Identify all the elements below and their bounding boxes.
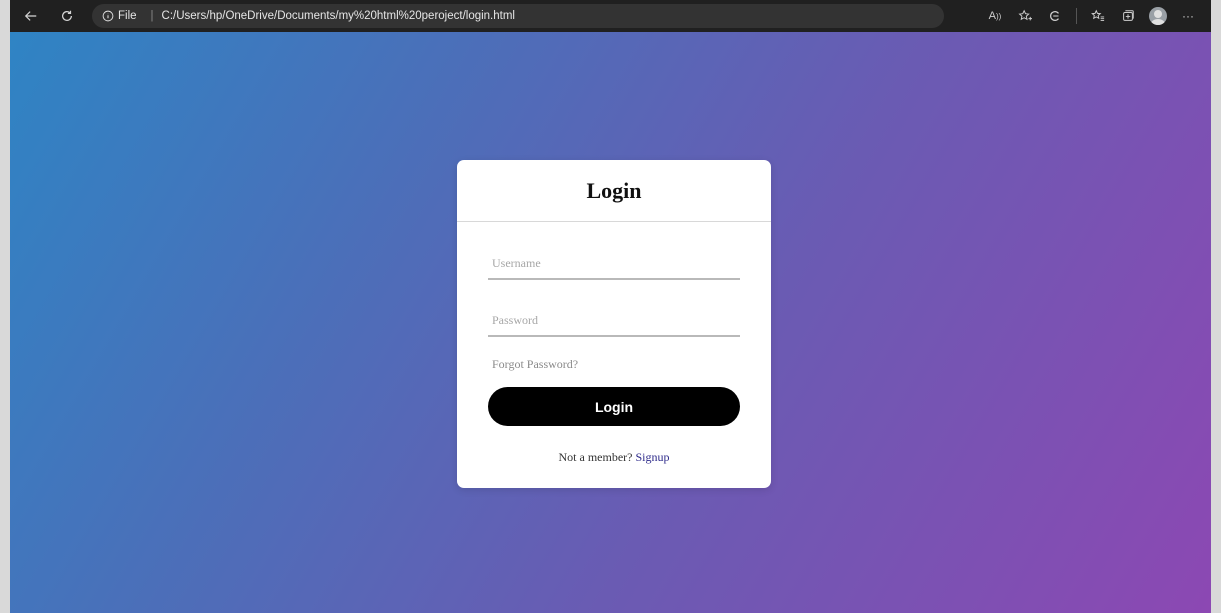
signup-row: Not a member? Signup: [457, 450, 771, 465]
collections-icon[interactable]: [1119, 7, 1137, 25]
username-input[interactable]: [488, 250, 740, 276]
address-url: C:/Users/hp/OneDrive/Documents/my%20html…: [161, 10, 515, 22]
page-viewport: Login Forgot Password? Login Not a membe…: [10, 32, 1211, 613]
profile-avatar[interactable]: [1149, 7, 1167, 25]
address-separator: |: [150, 10, 154, 22]
login-button[interactable]: Login: [488, 387, 740, 426]
address-bar[interactable]: File | C:/Users/hp/OneDrive/Documents/my…: [92, 4, 944, 28]
browser-toolbar: File | C:/Users/hp/OneDrive/Documents/my…: [10, 0, 1211, 32]
forgot-password-link[interactable]: Forgot Password?: [492, 357, 578, 372]
read-aloud-icon[interactable]: A)): [986, 7, 1004, 25]
toolbar-divider: [1076, 8, 1077, 24]
more-icon[interactable]: ···: [1179, 7, 1197, 25]
info-icon: [102, 10, 114, 22]
address-info-label: File: [118, 10, 137, 22]
signup-prompt: Not a member?: [558, 450, 636, 464]
refresh-icon[interactable]: [56, 5, 78, 27]
browser-window: File | C:/Users/hp/OneDrive/Documents/my…: [10, 0, 1211, 613]
signup-link[interactable]: Signup: [635, 450, 669, 464]
login-title: Login: [457, 160, 771, 222]
toolbar-right-icons: A)) ···: [986, 7, 1211, 25]
password-field-wrapper: [488, 307, 740, 337]
password-input[interactable]: [488, 307, 740, 333]
login-card: Login Forgot Password? Login Not a membe…: [457, 160, 771, 488]
back-icon[interactable]: [20, 5, 42, 27]
site-info[interactable]: File: [102, 10, 137, 22]
extensions-icon[interactable]: [1046, 7, 1064, 25]
username-field-wrapper: [488, 250, 740, 280]
favorites-add-icon[interactable]: [1016, 7, 1034, 25]
favorites-icon[interactable]: [1089, 7, 1107, 25]
